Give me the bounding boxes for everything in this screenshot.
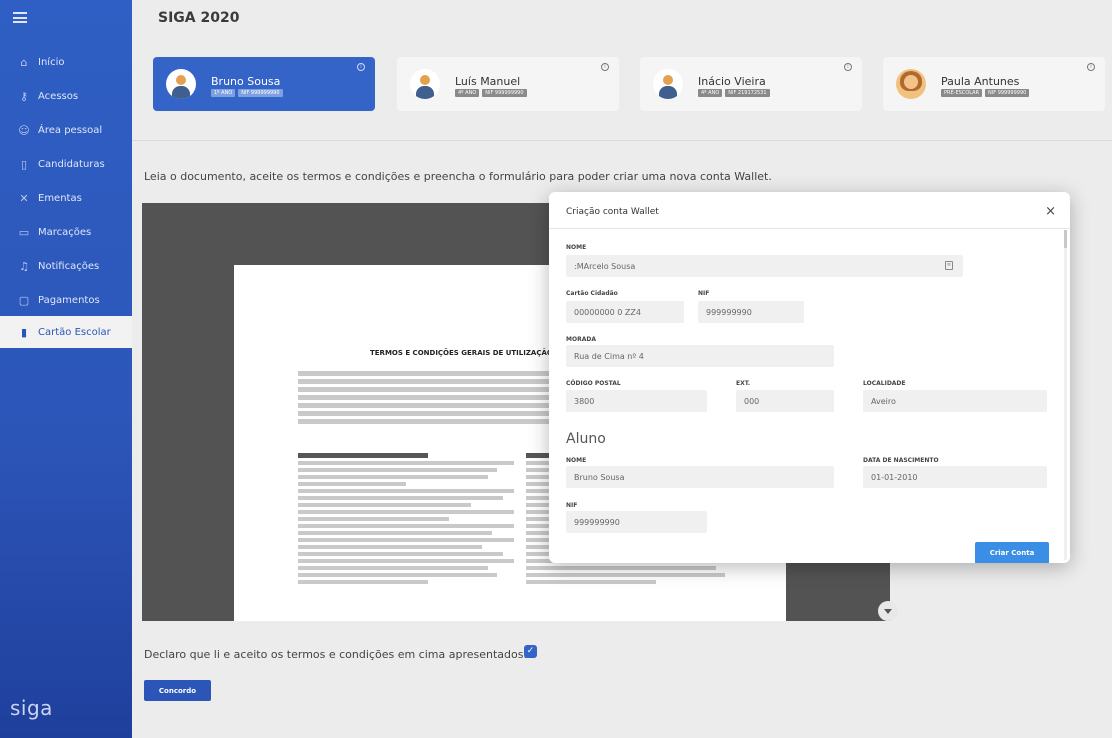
sidebar-item-label: Marcações (38, 226, 92, 238)
key-icon: ⚷ (19, 89, 29, 103)
sidebar-item-label: Notificações (38, 260, 100, 272)
contact-card-icon[interactable]: ≡ (945, 261, 953, 270)
info-icon[interactable]: i (601, 63, 609, 71)
postal-code-label: CÓDIGO POSTAL (566, 380, 621, 387)
student-name: Luís Manuel (455, 75, 521, 88)
cc-input[interactable] (566, 301, 684, 323)
info-icon[interactable]: i (357, 63, 365, 71)
sidebar-item-label: Pagamentos (38, 294, 100, 306)
sidebar-item-acessos[interactable]: ⚷ Acessos (0, 80, 132, 112)
year-badge: 4º ANO (698, 89, 723, 97)
birth-date-label: DATA DE NASCIMENTO (863, 457, 939, 464)
year-badge: 1º ANO (211, 89, 236, 97)
birth-date-input[interactable] (863, 466, 1047, 488)
bell-icon: ♫ (19, 259, 29, 273)
sidebar-item-notificacoes[interactable]: ♫ Notificações (0, 250, 132, 282)
info-icon[interactable]: i (844, 63, 852, 71)
menu-icon[interactable] (13, 12, 27, 23)
sidebar-item-label: Candidaturas (38, 158, 105, 170)
create-account-button[interactable]: Criar Conta (975, 542, 1049, 563)
locality-label: LOCALIDADE (863, 380, 906, 387)
student-nif-input[interactable] (566, 511, 707, 533)
sidebar-item-area-pessoal[interactable]: ☺ Área pessoal (0, 114, 132, 146)
card-icon: ▮ (20, 325, 28, 339)
accept-terms-checkbox[interactable]: ✓ (524, 645, 537, 658)
nif-badge: NIF 999999990 (985, 89, 1030, 97)
student-nif-label: NIF (566, 502, 578, 509)
close-icon[interactable]: × (1045, 204, 1056, 219)
nif-label: NIF (698, 290, 710, 297)
student-name: Inácio Vieira (698, 75, 766, 88)
avatar (166, 69, 196, 99)
postal-ext-input[interactable] (736, 390, 834, 412)
address-input[interactable] (566, 345, 834, 367)
declaration-text: Declaro que li e aceito os termos e cond… (144, 648, 527, 661)
nif-input[interactable] (698, 301, 804, 323)
wallet-icon: ▢ (18, 293, 30, 307)
scroll-down-icon[interactable] (878, 601, 898, 621)
divider (132, 140, 1112, 141)
modal-divider (549, 228, 1070, 229)
avatar (410, 69, 440, 99)
year-badge: PRÉ-ESCOLAR (941, 89, 983, 97)
student-card[interactable]: Bruno Sousa 1º ANO NIF 999999990 i (153, 57, 375, 111)
instructions-text: Leia o documento, aceite os termos e con… (144, 170, 772, 183)
document-icon: ▯ (20, 157, 28, 171)
student-name-input[interactable] (566, 466, 834, 488)
sidebar-item-label: Cartão Escolar (38, 326, 111, 338)
modal-title: Criação conta Wallet (566, 207, 659, 217)
sidebar-item-inicio[interactable]: ⌂ Início (0, 46, 132, 78)
guardian-name-input[interactable] (566, 255, 963, 277)
student-card[interactable]: Paula Antunes PRÉ-ESCOLAR NIF 999999990 i (883, 57, 1105, 111)
document-column (298, 453, 514, 587)
student-name-label: NOME (566, 457, 587, 464)
user-icon: ☺ (18, 123, 30, 137)
app-title: SIGA 2020 (158, 10, 240, 26)
nif-badge: NIF 999999990 (482, 89, 527, 97)
avatar (896, 69, 926, 99)
brand-logo: siga (10, 696, 53, 720)
create-wallet-modal: Criação conta Wallet × NOME ≡ Cartão Cid… (549, 192, 1070, 563)
nif-badge: NIF 219172531 (725, 89, 770, 97)
guardian-name-label: NOME (566, 244, 587, 251)
sidebar: ⌂ Início ⚷ Acessos ☺ Área pessoal ▯ Candidat… (0, 0, 132, 738)
sidebar-item-label: Área pessoal (38, 124, 103, 136)
document-title: TERMOS E CONDIÇÕES GERAIS DE UTILIZAÇÃO … (370, 349, 573, 357)
sidebar-item-marcacoes[interactable]: ▭ Marcações (0, 216, 132, 248)
student-card[interactable]: Luís Manuel 4º ANO NIF 999999990 i (397, 57, 619, 111)
cc-label: Cartão Cidadão (566, 290, 618, 297)
locality-input[interactable] (863, 390, 1047, 412)
info-icon[interactable]: i (1087, 63, 1095, 71)
sidebar-item-candidaturas[interactable]: ▯ Candidaturas (0, 148, 132, 180)
sidebar-item-cartao-escolar[interactable]: ▮ Cartão Escolar (0, 316, 132, 348)
nif-badge: NIF 999999990 (238, 89, 283, 97)
cutlery-icon: ✕ (19, 191, 29, 205)
student-name: Paula Antunes (941, 75, 1020, 88)
student-name: Bruno Sousa (211, 75, 281, 88)
student-section-title: Aluno (566, 431, 606, 447)
calendar-icon: ▭ (18, 225, 30, 239)
sidebar-item-label: Ementas (38, 192, 82, 204)
postal-ext-label: EXT. (736, 380, 751, 387)
avatar (653, 69, 683, 99)
modal-scrollbar[interactable] (1064, 230, 1067, 560)
topbar: SIGA 2020 (132, 0, 1112, 34)
sidebar-item-label: Acessos (38, 90, 79, 102)
agree-button[interactable]: Concordo (144, 680, 211, 701)
year-badge: 4º ANO (455, 89, 480, 97)
sidebar-item-label: Início (38, 56, 65, 68)
home-icon: ⌂ (20, 55, 28, 69)
postal-code-input[interactable] (566, 390, 707, 412)
sidebar-item-ementas[interactable]: ✕ Ementas (0, 182, 132, 214)
sidebar-item-pagamentos[interactable]: ▢ Pagamentos (0, 284, 132, 316)
address-label: MORADA (566, 336, 596, 343)
student-card[interactable]: Inácio Vieira 4º ANO NIF 219172531 i (640, 57, 862, 111)
student-cards: Bruno Sousa 1º ANO NIF 999999990 i Luís M… (132, 40, 1112, 128)
